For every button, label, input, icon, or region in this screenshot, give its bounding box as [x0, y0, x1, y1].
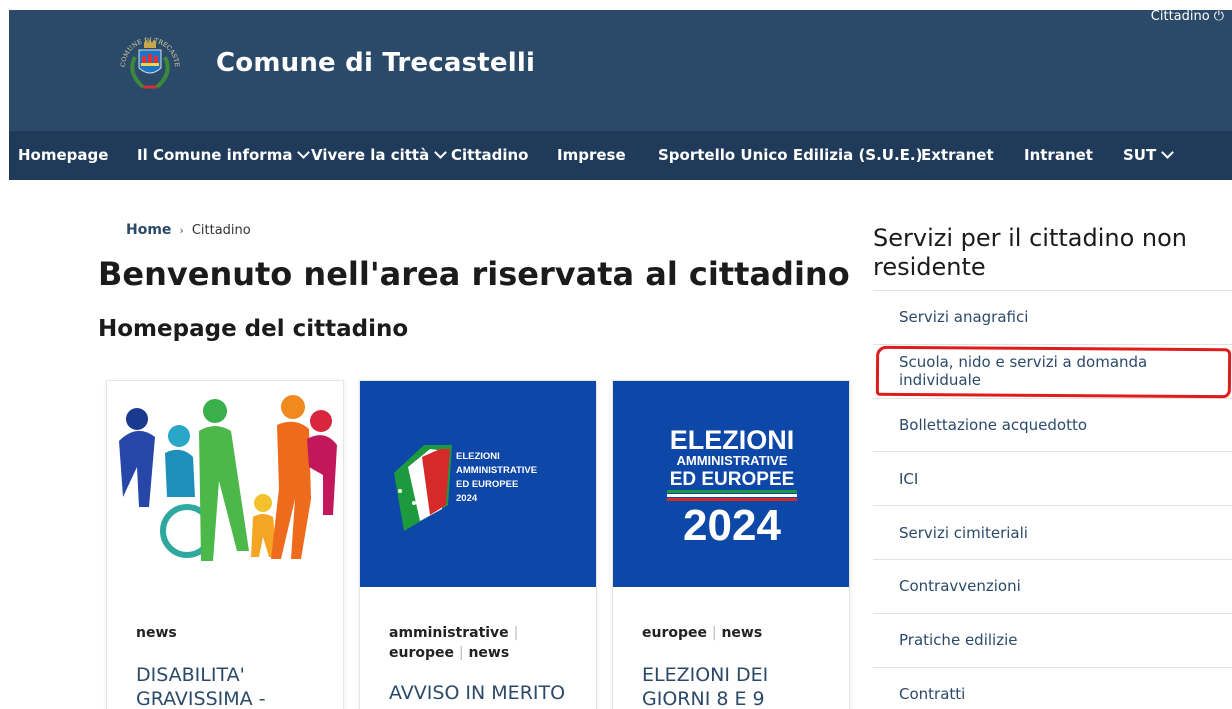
sidebar-item-servizi-cimiteriali[interactable]: Servizi cimiteriali — [873, 505, 1232, 559]
sidebar-item-ici[interactable]: ICI — [873, 451, 1232, 505]
card-tags: news — [136, 623, 326, 643]
nav-item-vivere-la-citta[interactable]: Vivere la città — [311, 146, 448, 164]
nav-item-homepage[interactable]: Homepage — [18, 146, 108, 164]
breadcrumb-separator: › — [179, 223, 184, 237]
chevron-down-icon — [1161, 146, 1175, 159]
card-title[interactable]: ELEZIONI DEI GIORNI 8 E 9 — [642, 663, 842, 709]
tag-separator: | — [513, 625, 519, 641]
site-title[interactable]: Comune di Trecastelli — [216, 48, 535, 78]
card-tag[interactable]: news — [721, 625, 762, 641]
red-highlight-annotation — [875, 345, 1232, 399]
card-image-text: ELEZIONI — [670, 425, 795, 455]
nav-item-il-comune-informa[interactable]: Il Comune informa — [137, 146, 311, 164]
card-image-text: 2024 — [683, 501, 781, 550]
card-tag[interactable]: europee — [389, 645, 454, 661]
page-title: Benvenuto nell'area riservata al cittadi… — [98, 255, 850, 293]
sidebar-item-contravvenzioni[interactable]: Contravvenzioni — [873, 558, 1232, 613]
chevron-down-icon — [297, 146, 311, 159]
sidebar-item-servizi-anagrafici[interactable]: Servizi anagrafici — [873, 290, 1232, 344]
card-title[interactable]: AVVISO IN MERITO — [389, 681, 589, 705]
nav-item-cittadino[interactable]: Cittadino — [451, 146, 528, 164]
nav-item-intranet[interactable]: Intranet — [1024, 146, 1093, 164]
card-image-text: AMMINISTRATIVE — [456, 465, 537, 476]
nav-item-sut[interactable]: SUT — [1123, 146, 1175, 164]
card-tag[interactable]: amministrative — [389, 625, 509, 641]
card-image-disability[interactable] — [107, 381, 343, 587]
card-image-text: 2024 — [456, 493, 478, 504]
card-tags: amministrative | europee | news — [389, 623, 579, 663]
breadcrumb-current: Cittadino — [191, 222, 251, 238]
main-nav: Homepage Il Comune informa Vivere la cit… — [9, 131, 1232, 180]
municipal-crest-logo[interactable]: COMUNE DI TRECASTELLI — [117, 23, 183, 105]
tag-separator: | — [711, 625, 717, 641]
user-label: Cittadino — [1150, 9, 1210, 24]
chevron-down-icon — [434, 146, 448, 159]
sidebar-item-pratiche-edilizie[interactable]: Pratiche edilizie — [873, 612, 1232, 667]
user-menu-link[interactable]: Cittadino ⏻ — [1151, 10, 1224, 24]
sidebar-title: Servizi per il cittadino non residente — [873, 224, 1188, 281]
site-header: Cittadino ⏻ COMUNE DI TRECASTELLI Comune… — [9, 10, 1232, 131]
news-card[interactable]: ELEZIONI AMMINISTRATIVE ED EUROPEE 2024 … — [359, 380, 597, 709]
card-image-text: ED EUROPEE — [670, 469, 795, 490]
breadcrumb-home-link[interactable]: Home — [126, 222, 171, 238]
card-image-elections-flag[interactable]: ELEZIONI AMMINISTRATIVE ED EUROPEE 2024 — [360, 381, 596, 587]
sidebar-item-bollettazione-acquedotto[interactable]: Bollettazione acquedotto — [873, 397, 1232, 452]
breadcrumb: Home › Cittadino — [126, 222, 251, 238]
card-tags: europee | news — [642, 623, 832, 643]
card-tag[interactable]: news — [136, 625, 177, 641]
card-image-text: AMMINISTRATIVE — [677, 453, 788, 468]
card-image-text: ELEZIONI — [456, 451, 500, 462]
nav-item-sue[interactable]: Sportello Unico Edilizia (S.U.E.) — [658, 146, 922, 164]
nav-item-extranet[interactable]: Extranet — [921, 146, 994, 164]
page-subtitle: Homepage del cittadino — [98, 316, 409, 342]
nav-item-imprese[interactable]: Imprese — [557, 146, 626, 164]
card-title[interactable]: DISABILITA' GRAVISSIMA - — [136, 663, 336, 709]
card-image-elections-2024[interactable]: ELEZIONI AMMINISTRATIVE ED EUROPEE 2024 — [613, 381, 849, 587]
power-icon[interactable]: ⏻ — [1214, 10, 1224, 24]
card-image-text: ED EUROPEE — [456, 479, 518, 490]
sidebar-item-contratti[interactable]: Contratti — [873, 666, 1232, 709]
news-card[interactable]: ELEZIONI AMMINISTRATIVE ED EUROPEE 2024 … — [612, 380, 850, 709]
top-strip — [0, 0, 1232, 10]
card-tag[interactable]: news — [468, 645, 509, 661]
news-card[interactable]: news DISABILITA' GRAVISSIMA - — [106, 380, 344, 709]
tag-separator: | — [458, 645, 464, 661]
card-tag[interactable]: europee — [642, 625, 707, 641]
